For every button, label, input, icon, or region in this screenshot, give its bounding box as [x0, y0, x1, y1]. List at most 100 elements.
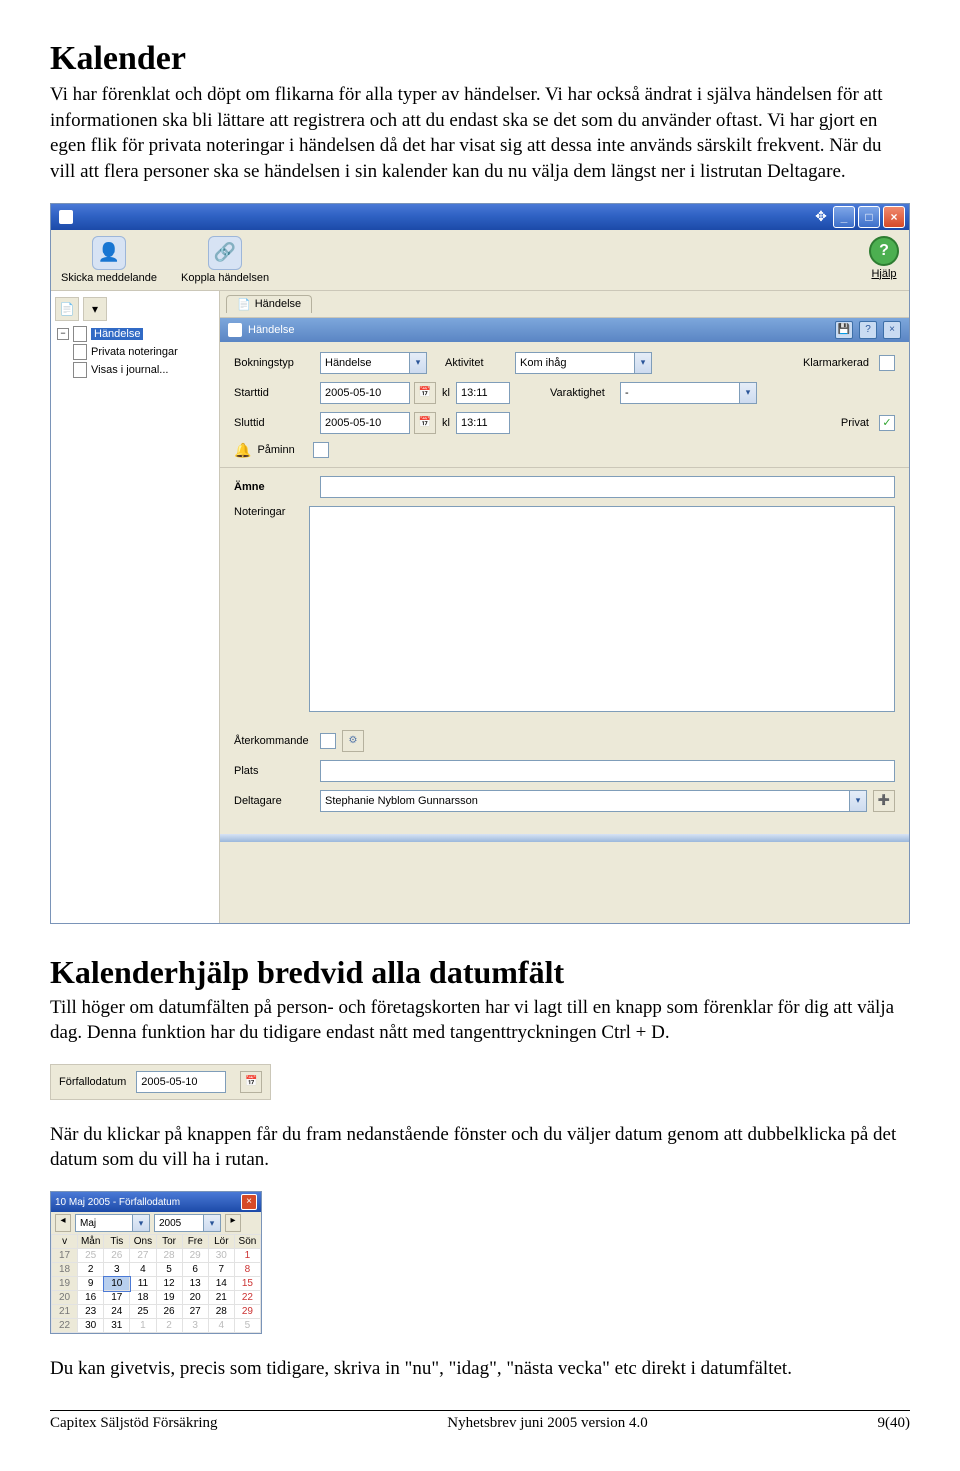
chevron-down-icon[interactable]: ▾	[133, 1214, 150, 1232]
calendar-day[interactable]: 11	[130, 1277, 156, 1291]
calendar-day[interactable]: 27	[182, 1305, 208, 1319]
calendar-day[interactable]: 13	[182, 1277, 208, 1291]
calendar-day[interactable]: 29	[234, 1305, 260, 1319]
calendar-day[interactable]: 26	[156, 1305, 182, 1319]
bokningstyp-select[interactable]: ▾	[320, 352, 427, 374]
calendar-day[interactable]: 26	[104, 1249, 130, 1263]
calendar-day[interactable]: 4	[130, 1263, 156, 1277]
calendar-day[interactable]: 2	[156, 1319, 182, 1333]
calendar-day[interactable]: 31	[104, 1319, 130, 1333]
calendar-day[interactable]: 8	[234, 1263, 260, 1277]
calendar-day[interactable]: 2	[78, 1263, 104, 1277]
calendar-day[interactable]: 15	[234, 1277, 260, 1291]
year-value[interactable]	[154, 1214, 204, 1232]
chevron-down-icon[interactable]: ▾	[740, 382, 757, 404]
calendar-day[interactable]: 29	[182, 1249, 208, 1263]
calendar-day[interactable]: 7	[208, 1263, 234, 1277]
panel-help-icon[interactable]: ?	[859, 321, 877, 339]
send-message-button[interactable]: 👤 Skicka meddelande	[61, 236, 157, 284]
calendar-day[interactable]: 30	[78, 1319, 104, 1333]
link-event-button[interactable]: 🔗 Koppla händelsen	[181, 236, 269, 284]
year-select[interactable]: ▾	[154, 1214, 221, 1232]
deltagare-input[interactable]	[320, 790, 850, 812]
calendar-icon[interactable]: 📅	[414, 412, 436, 434]
tree-item-handelse[interactable]: − Händelse	[55, 325, 215, 343]
forfallodatum-input[interactable]	[136, 1071, 226, 1093]
sluttid-time-input[interactable]	[456, 412, 510, 434]
calendar-day[interactable]: 6	[182, 1263, 208, 1277]
month-value[interactable]	[75, 1214, 133, 1232]
move-icon[interactable]: ✥	[812, 208, 830, 226]
tree-item-visas[interactable]: Visas i journal...	[55, 361, 215, 379]
calendar-day[interactable]: 5	[234, 1319, 260, 1333]
starttid-time-input[interactable]	[456, 382, 510, 404]
panel-header-icon	[228, 323, 242, 337]
calendar-day[interactable]: 25	[78, 1249, 104, 1263]
calendar-day[interactable]: 3	[104, 1263, 130, 1277]
month-select[interactable]: ▾	[75, 1214, 150, 1232]
starttid-date-input[interactable]	[320, 382, 410, 404]
date-picker-close-icon[interactable]: ×	[241, 1194, 257, 1210]
calendar-day[interactable]: 22	[234, 1291, 260, 1305]
tree-item-privata[interactable]: Privata noteringar	[55, 343, 215, 361]
calendar-day[interactable]: 18	[130, 1291, 156, 1305]
next-month-button[interactable]: ▸	[225, 1214, 241, 1232]
minimize-button[interactable]: _	[833, 206, 855, 228]
plats-input[interactable]	[320, 760, 895, 782]
varaktighet-select[interactable]: ▾	[620, 382, 757, 404]
calendar-day[interactable]: 20	[182, 1291, 208, 1305]
calendar-day[interactable]: 23	[78, 1305, 104, 1319]
calendar-day[interactable]: 4	[208, 1319, 234, 1333]
maximize-button[interactable]: □	[858, 206, 880, 228]
noteringar-textarea[interactable]	[309, 506, 895, 712]
help-button[interactable]: ? Hjälp	[869, 236, 899, 280]
klarmarkerad-checkbox[interactable]	[879, 355, 895, 371]
date-picker-titlebar: 10 Maj 2005 - Förfallodatum ×	[51, 1192, 261, 1212]
calendar-day[interactable]: 1	[234, 1249, 260, 1263]
add-participant-icon[interactable]: ➕	[873, 790, 895, 812]
calendar-day[interactable]: 16	[78, 1291, 104, 1305]
calendar-day[interactable]: 12	[156, 1277, 182, 1291]
chevron-down-icon[interactable]: ▾	[850, 790, 867, 812]
calendar-day[interactable]: 30	[208, 1249, 234, 1263]
chevron-down-icon[interactable]: ▾	[204, 1214, 221, 1232]
close-button[interactable]: ×	[883, 206, 905, 228]
calendar-day[interactable]: 25	[130, 1305, 156, 1319]
calendar-day[interactable]: 17	[104, 1291, 130, 1305]
calendar-day[interactable]: 9	[78, 1277, 104, 1291]
aktivitet-value[interactable]	[515, 352, 635, 374]
chevron-down-icon[interactable]: ▾	[410, 352, 427, 374]
bokningstyp-value[interactable]	[320, 352, 410, 374]
calendar-day[interactable]: 1	[130, 1319, 156, 1333]
amne-input[interactable]	[320, 476, 895, 498]
tree-tool-1[interactable]: 📄	[55, 297, 79, 321]
tree-tool-dropdown[interactable]: ▾	[83, 297, 107, 321]
chevron-down-icon[interactable]: ▾	[635, 352, 652, 374]
calendar-day[interactable]: 28	[156, 1249, 182, 1263]
calendar-day[interactable]: 10	[104, 1277, 130, 1291]
calendar-day[interactable]: 19	[156, 1291, 182, 1305]
calendar-day[interactable]: 27	[130, 1249, 156, 1263]
calendar-icon[interactable]: 📅	[414, 382, 436, 404]
tree-expand-icon[interactable]: −	[57, 328, 69, 340]
calendar-day[interactable]: 21	[208, 1291, 234, 1305]
save-icon[interactable]: 💾	[835, 321, 853, 339]
panel-grip[interactable]	[220, 834, 909, 842]
calendar-day[interactable]: 5	[156, 1263, 182, 1277]
aktivitet-select[interactable]: ▾	[515, 352, 652, 374]
recurrence-settings-icon[interactable]: ⚙	[342, 730, 364, 752]
prev-month-button[interactable]: ◂	[55, 1214, 71, 1232]
sluttid-date-input[interactable]	[320, 412, 410, 434]
panel-close-icon[interactable]: ×	[883, 321, 901, 339]
tab-handelse[interactable]: 📄 Händelse	[226, 295, 312, 313]
aterkommande-checkbox[interactable]	[320, 733, 336, 749]
week-col-header: v	[52, 1235, 78, 1249]
varaktighet-value[interactable]	[620, 382, 740, 404]
calendar-icon[interactable]: 📅	[240, 1071, 262, 1093]
calendar-day[interactable]: 3	[182, 1319, 208, 1333]
calendar-day[interactable]: 14	[208, 1277, 234, 1291]
calendar-day[interactable]: 28	[208, 1305, 234, 1319]
paminn-checkbox[interactable]	[313, 442, 329, 458]
calendar-day[interactable]: 24	[104, 1305, 130, 1319]
privat-checkbox[interactable]	[879, 415, 895, 431]
